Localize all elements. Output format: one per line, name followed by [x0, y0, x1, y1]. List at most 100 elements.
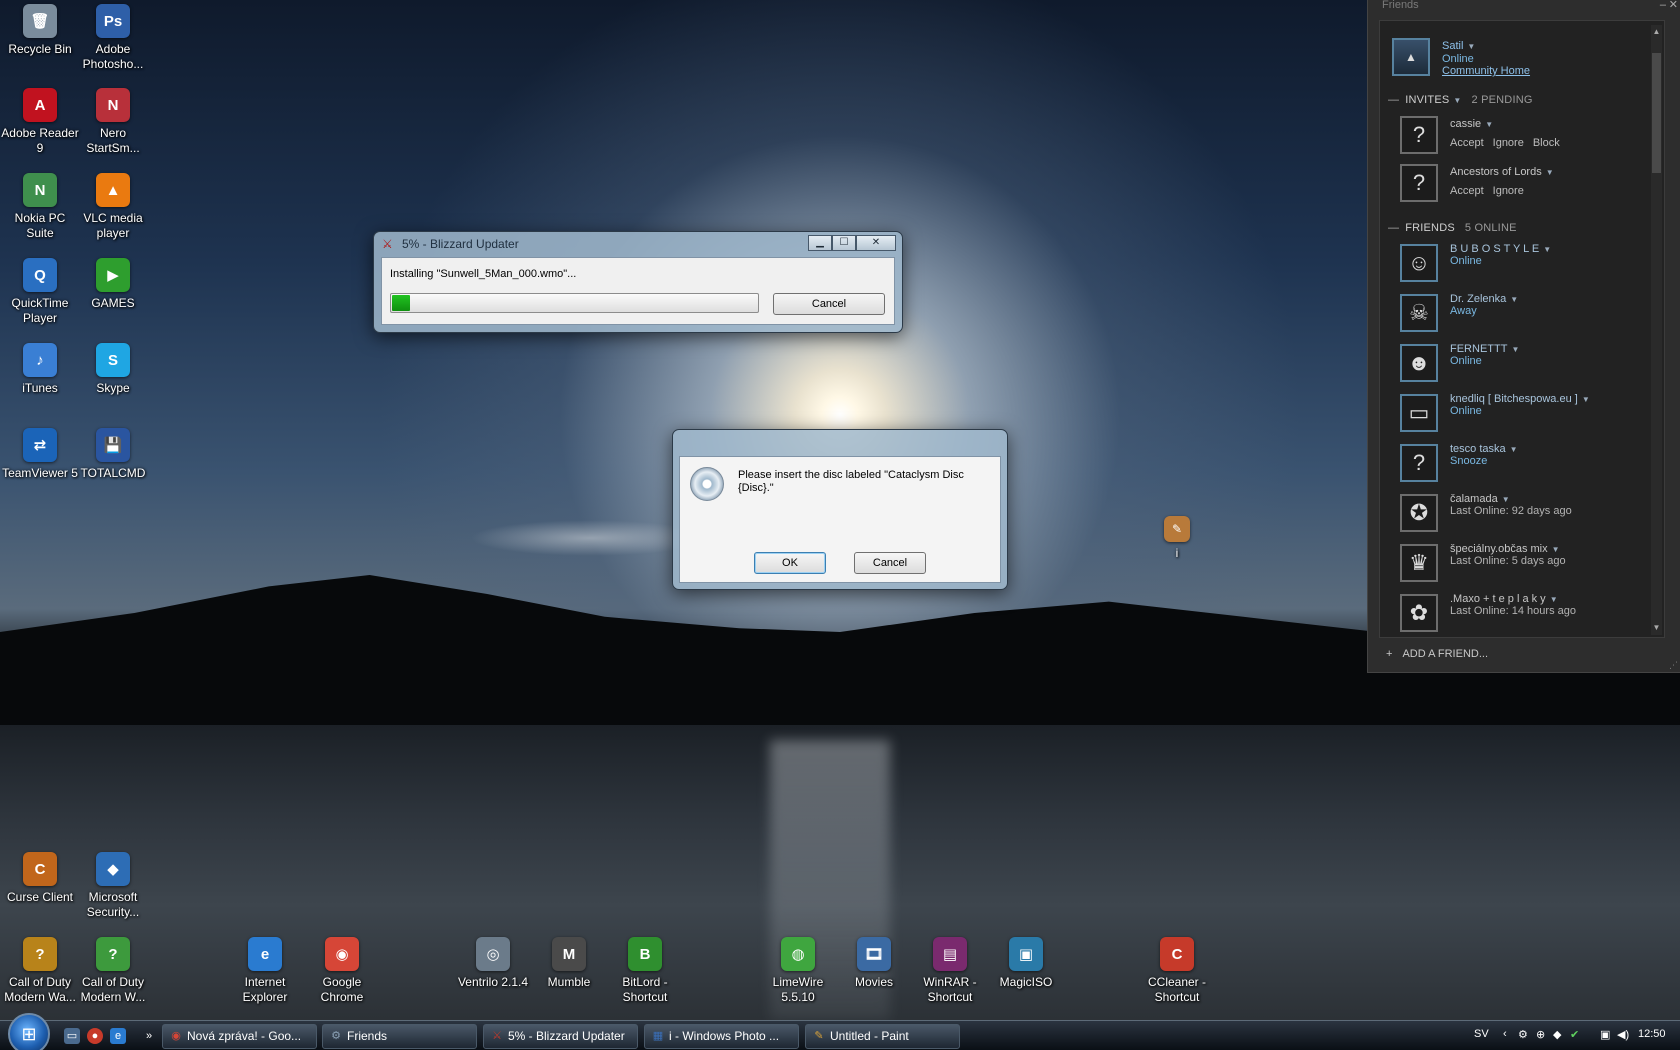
friends-section-header[interactable]: — FRIENDS 5 ONLINE: [1388, 222, 1517, 234]
desktop-icon[interactable]: B BitLord - Shortcut: [605, 937, 685, 1005]
desktop-icon[interactable]: ▤ WinRAR - Shortcut: [910, 937, 990, 1005]
maximize-button[interactable]: ☐: [832, 235, 856, 251]
steam-tray-icon[interactable]: ⚙: [1518, 1028, 1528, 1041]
desktop-icon[interactable]: ◍ LimeWire 5.5.10: [758, 937, 838, 1005]
chevron-down-icon[interactable]: ▼: [1510, 445, 1518, 454]
friends-title-bar[interactable]: Friends – ✕: [1368, 0, 1680, 14]
chevron-down-icon[interactable]: ▼: [1485, 120, 1493, 129]
show-desktop-icon[interactable]: ▭: [64, 1028, 80, 1044]
add-friend-button[interactable]: + ADD A FRIEND...: [1386, 648, 1488, 660]
taskbar-button[interactable]: ✎ Untitled - Paint: [805, 1024, 960, 1049]
friend-avatar[interactable]: ☠: [1400, 294, 1438, 332]
chevron-down-icon[interactable]: ▼: [1467, 42, 1475, 51]
friend-name[interactable]: knedliq [ Bitchespowa.eu ] ▼: [1450, 393, 1590, 405]
desktop-icon[interactable]: ▲ VLC media player: [73, 173, 153, 241]
desktop-icon[interactable]: C CCleaner - Shortcut: [1137, 937, 1217, 1005]
desktop-icon[interactable]: ♪ iTunes: [0, 343, 80, 396]
scroll-down-icon[interactable]: ▼: [1651, 621, 1662, 635]
language-indicator[interactable]: SV: [1474, 1028, 1489, 1040]
security-tray-icon[interactable]: ◆: [1553, 1028, 1561, 1041]
close-icon[interactable]: ✕: [1669, 0, 1678, 11]
taskbar-button[interactable]: ◉ Nová zpráva! - Goo...: [162, 1024, 317, 1049]
volume-icon[interactable]: ◀): [1617, 1028, 1629, 1041]
check-tray-icon[interactable]: ✔: [1570, 1028, 1579, 1041]
desktop-icon[interactable]: ? Call of Duty Modern W...: [73, 937, 153, 1005]
friend-name[interactable]: B U B O S T Y L E ▼: [1450, 243, 1551, 255]
invite-avatar[interactable]: ?: [1400, 164, 1438, 202]
chevron-down-icon[interactable]: ▼: [1543, 245, 1551, 254]
scrollbar-thumb[interactable]: [1652, 53, 1661, 173]
taskbar-button[interactable]: ⚔ 5% - Blizzard Updater: [483, 1024, 638, 1049]
friend-name[interactable]: tesco taska ▼: [1450, 443, 1518, 455]
taskbar-button[interactable]: ⚙ Friends: [322, 1024, 477, 1049]
desktop-icon[interactable]: A Adobe Reader 9: [0, 88, 80, 156]
desktop-icon[interactable]: ▣ MagicISO: [986, 937, 1066, 990]
friend-name[interactable]: FERNETTT ▼: [1450, 343, 1519, 355]
accept-button[interactable]: Accept: [1450, 137, 1484, 149]
chevron-down-icon[interactable]: ▼: [1546, 168, 1554, 177]
desktop-icon[interactable]: M Mumble: [529, 937, 609, 990]
quicklaunch-app-icon[interactable]: ●: [87, 1028, 103, 1044]
chevron-down-icon[interactable]: ▼: [1510, 295, 1518, 304]
desktop-icon[interactable]: 🎞 Movies: [834, 937, 914, 990]
network-tray-icon[interactable]: ⊕: [1536, 1028, 1545, 1041]
friend-name[interactable]: čalamada ▼: [1450, 493, 1510, 505]
chevron-down-icon[interactable]: ▼: [1582, 395, 1590, 404]
ie-icon[interactable]: e: [110, 1028, 126, 1044]
ignore-button[interactable]: Ignore: [1493, 185, 1524, 197]
invite-name[interactable]: Ancestors of Lords ▼: [1450, 166, 1554, 178]
friend-name[interactable]: Dr. Zelenka ▼: [1450, 293, 1518, 305]
friend-avatar[interactable]: ?: [1400, 444, 1438, 482]
minimize-button[interactable]: ▁: [808, 235, 832, 251]
desktop-icon[interactable]: Ps Adobe Photosho...: [73, 4, 153, 72]
desktop-icon[interactable]: Q QuickTime Player: [0, 258, 80, 326]
collapse-icon[interactable]: —: [1388, 94, 1399, 106]
desktop-icon[interactable]: ? Call of Duty Modern Wa...: [0, 937, 80, 1005]
chevron-down-icon[interactable]: ▼: [1502, 495, 1510, 504]
friend-avatar[interactable]: ✪: [1400, 494, 1438, 532]
desktop-icon[interactable]: S Skype: [73, 343, 153, 396]
desktop-icon[interactable]: ✎ i: [1137, 516, 1217, 561]
friend-avatar[interactable]: ♛: [1400, 544, 1438, 582]
desktop-icon[interactable]: C Curse Client: [0, 852, 80, 905]
invite-avatar[interactable]: ?: [1400, 116, 1438, 154]
resize-grip-icon[interactable]: ⋰: [1669, 660, 1678, 671]
friend-name[interactable]: .Maxo + t e p l a k y ▼: [1450, 593, 1558, 605]
taskbar-button[interactable]: ▦ i - Windows Photo ...: [644, 1024, 799, 1049]
community-home-link[interactable]: Community Home: [1442, 65, 1530, 77]
start-button[interactable]: ⊞: [8, 1013, 50, 1050]
invite-name[interactable]: cassie ▼: [1450, 118, 1493, 130]
desktop-icon[interactable]: N Nero StartSm...: [73, 88, 153, 156]
desktop-icon[interactable]: 💾 TOTALCMD: [73, 428, 153, 481]
chevron-down-icon[interactable]: ▼: [1550, 595, 1558, 604]
desktop-icon[interactable]: 🗑 Recycle Bin: [0, 4, 80, 57]
chevron-down-icon[interactable]: ▼: [1511, 345, 1519, 354]
chevron-down-icon[interactable]: ▼: [1552, 545, 1560, 554]
desktop-icon[interactable]: ◉ Google Chrome: [302, 937, 382, 1005]
monitor-tray-icon[interactable]: ▣: [1600, 1028, 1610, 1041]
chevron-down-icon[interactable]: ▼: [1453, 96, 1461, 105]
invites-header[interactable]: — INVITES ▼ 2 PENDING: [1388, 94, 1533, 106]
desktop-icon[interactable]: ◎ Ventrilo 2.1.4: [453, 937, 533, 990]
friends-scrollbar[interactable]: ▲ ▼: [1651, 25, 1662, 635]
ignore-button[interactable]: Ignore: [1493, 137, 1524, 149]
desktop-icon[interactable]: e Internet Explorer: [225, 937, 305, 1005]
tray-expand-icon[interactable]: ‹: [1503, 1028, 1507, 1040]
desktop-icon[interactable]: ◆ Microsoft Security...: [73, 852, 153, 920]
accept-button[interactable]: Accept: [1450, 185, 1484, 197]
clock[interactable]: 12:50: [1638, 1028, 1666, 1040]
scroll-up-icon[interactable]: ▲: [1651, 25, 1662, 39]
desktop-icon[interactable]: ▶ GAMES: [73, 258, 153, 311]
ok-button[interactable]: OK: [754, 552, 826, 574]
friend-avatar[interactable]: ☻: [1400, 344, 1438, 382]
desktop-icon[interactable]: ⇄ TeamViewer 5: [0, 428, 80, 481]
friend-avatar[interactable]: ✿: [1400, 594, 1438, 632]
friend-name[interactable]: špeciálny.občas mix ▼: [1450, 543, 1560, 555]
self-avatar[interactable]: ▲: [1392, 38, 1430, 76]
updater-cancel-button[interactable]: Cancel: [773, 293, 885, 315]
quicklaunch-more-icon[interactable]: »: [141, 1028, 157, 1044]
friend-avatar[interactable]: ▭: [1400, 394, 1438, 432]
desktop-icon[interactable]: N Nokia PC Suite: [0, 173, 80, 241]
close-button[interactable]: ✕: [856, 235, 896, 251]
minimize-button[interactable]: –: [1660, 0, 1666, 11]
